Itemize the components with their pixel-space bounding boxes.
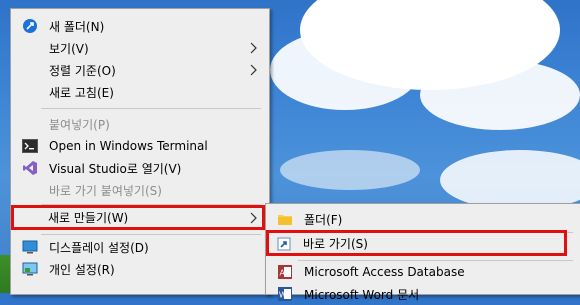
access-icon: A <box>278 265 292 279</box>
menu-item-label: 새 폴더(N) <box>49 19 105 34</box>
submenu-item-shortcut[interactable]: 바로 가기(S) <box>266 230 567 256</box>
desktop-context-menu: 새 폴더(N) 보기(V) 정렬 기준(O) 새로 고침(E) 붙여넣기(P) … <box>10 8 270 295</box>
terminal-icon <box>22 139 38 153</box>
visual-studio-icon <box>23 161 37 175</box>
menu-item-label: 바로 가기(S) <box>303 236 368 251</box>
menu-item-paste: 붙여넣기(P) <box>13 113 267 135</box>
menu-item-label: Open in Windows Terminal <box>49 139 208 153</box>
menu-item-label: Visual Studio로 열기(V) <box>49 161 182 176</box>
menu-item-new-folder[interactable]: 새 폴더(N) <box>13 15 267 37</box>
menu-item-sort-by[interactable]: 정렬 기준(O) <box>13 59 267 81</box>
chevron-right-icon <box>250 212 257 224</box>
menu-item-label: 새로 만들기(W) <box>48 211 129 225</box>
chevron-right-icon <box>250 64 257 76</box>
submenu-item-access-database[interactable]: A Microsoft Access Database <box>268 261 579 283</box>
menu-separator <box>41 108 261 109</box>
chevron-right-icon <box>250 42 257 54</box>
menu-item-label: Microsoft Word 문서 <box>304 287 420 302</box>
word-icon: W <box>278 287 292 301</box>
menu-item-paste-shortcut: 바로 가기 붙여넣기(S) <box>13 179 267 201</box>
menu-item-display-settings[interactable]: 디스플레이 설정(D) <box>13 236 267 258</box>
new-folder-icon <box>23 19 37 33</box>
menu-item-label: 정렬 기준(O) <box>49 63 116 78</box>
menu-item-label: 바로 가기 붙여넣기(S) <box>49 183 162 198</box>
submenu-item-folder[interactable]: 폴더(F) <box>268 208 579 230</box>
menu-item-view[interactable]: 보기(V) <box>13 37 267 59</box>
menu-item-new[interactable]: 새로 만들기(W) <box>11 205 265 230</box>
menu-item-label: 붙여넣기(P) <box>49 117 110 132</box>
folder-icon <box>278 215 292 225</box>
personalize-icon <box>22 262 38 276</box>
menu-item-label: 폴더(F) <box>304 212 343 227</box>
new-submenu: 폴더(F) 바로 가기(S) A Microsoft Access Databa… <box>265 203 580 302</box>
menu-item-open-visual-studio[interactable]: Visual Studio로 열기(V) <box>13 157 267 179</box>
menu-item-label: Microsoft Access Database <box>304 265 465 279</box>
menu-item-personalize[interactable]: 개인 설정(R) <box>13 258 267 280</box>
menu-item-label: 개인 설정(R) <box>49 262 115 277</box>
shortcut-icon <box>277 237 291 251</box>
menu-item-label: 보기(V) <box>49 41 89 56</box>
menu-separator <box>41 234 261 235</box>
menu-item-refresh[interactable]: 새로 고침(E) <box>13 81 267 103</box>
submenu-item-word-document[interactable]: W Microsoft Word 문서 <box>268 283 579 305</box>
svg-text:W: W <box>279 291 287 300</box>
menu-item-open-windows-terminal[interactable]: Open in Windows Terminal <box>13 135 267 157</box>
menu-item-label: 디스플레이 설정(D) <box>49 240 149 255</box>
svg-text:A: A <box>280 269 286 278</box>
display-icon <box>22 240 38 254</box>
menu-item-label: 새로 고침(E) <box>49 85 114 100</box>
